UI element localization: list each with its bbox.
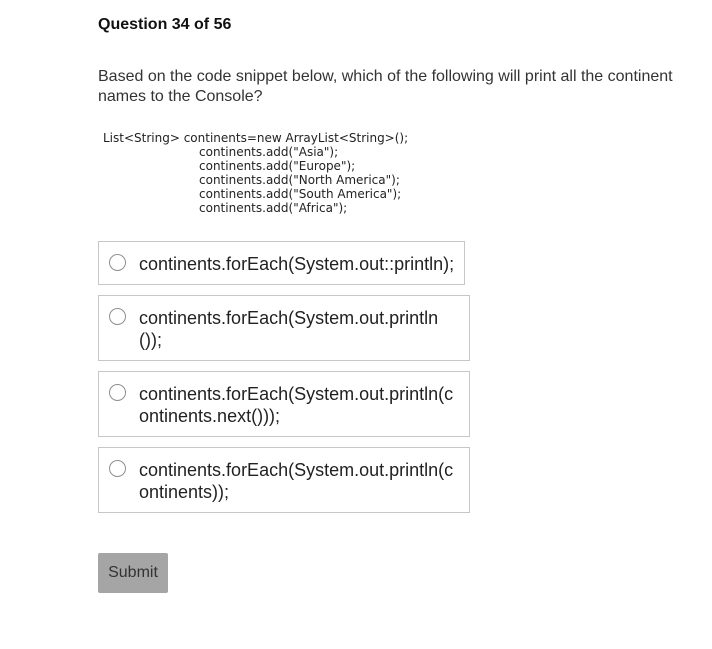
answer-option-label: continents.forEach(System.out.println(co… bbox=[139, 384, 454, 426]
code-snippet: List<String> continents=new ArrayList<St… bbox=[103, 131, 408, 215]
answer-option-label: continents.forEach(System.out.println())… bbox=[139, 308, 439, 350]
radio-button[interactable] bbox=[109, 384, 126, 401]
answer-option-1[interactable]: continents.forEach(System.out::println); bbox=[98, 241, 465, 285]
answer-option-2[interactable]: continents.forEach(System.out.println())… bbox=[98, 295, 470, 361]
submit-button[interactable]: Submit bbox=[98, 553, 168, 593]
answer-option-label: continents.forEach(System.out::println); bbox=[139, 254, 455, 274]
code-line: continents.add("Europe"); bbox=[199, 159, 356, 173]
code-line: continents.add("Asia"); bbox=[199, 145, 339, 159]
radio-button[interactable] bbox=[109, 254, 126, 271]
code-line: List<String> continents=new ArrayList<St… bbox=[103, 131, 409, 145]
code-line: continents.add("South America"); bbox=[199, 187, 402, 201]
answer-option-4[interactable]: continents.forEach(System.out.println(co… bbox=[98, 447, 470, 513]
answer-option-label: continents.forEach(System.out.println(co… bbox=[139, 460, 454, 502]
code-line: continents.add("North America"); bbox=[199, 173, 400, 187]
radio-button[interactable] bbox=[109, 460, 126, 477]
radio-button[interactable] bbox=[109, 308, 126, 325]
code-line: continents.add("Africa"); bbox=[199, 201, 348, 215]
question-prompt: Based on the code snippet below, which o… bbox=[98, 68, 673, 105]
answer-option-3[interactable]: continents.forEach(System.out.println(co… bbox=[98, 371, 470, 437]
question-header: Question 34 of 56 bbox=[98, 16, 232, 33]
